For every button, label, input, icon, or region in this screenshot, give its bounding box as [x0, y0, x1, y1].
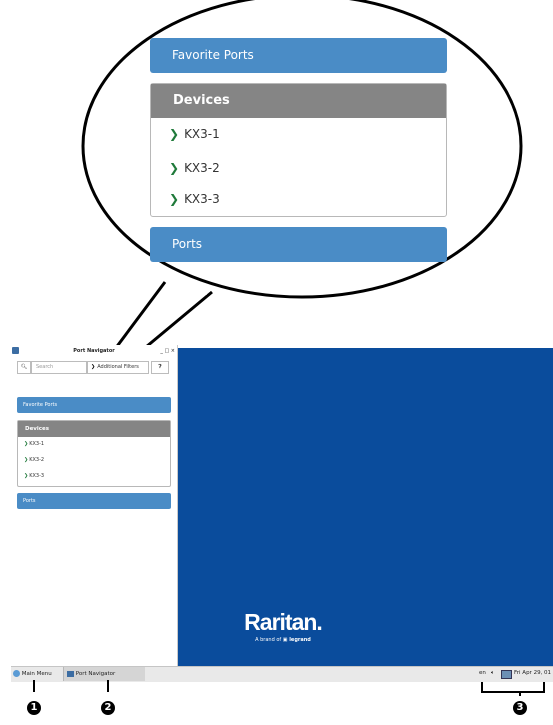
app-icon: [12, 347, 19, 354]
callout-number-3: 3: [513, 701, 527, 715]
chevron-right-icon: ❯: [24, 441, 29, 447]
zoom-devices-panel: Devices ❯ KX3-1 ❯ KX3-2 ❯ KX3-3: [150, 83, 447, 217]
zoom-device-item: ❯ KX3-1: [169, 127, 220, 141]
zoom-ports: Ports: [150, 227, 447, 262]
callout-number-1: 1: [27, 701, 41, 715]
zoom-devices-header: Devices: [151, 84, 446, 118]
globe-icon: [13, 670, 20, 677]
network-icon[interactable]: [501, 670, 512, 679]
clock[interactable]: Fri Apr 29, 01: [514, 670, 551, 676]
chevron-right-icon: ❯: [169, 192, 180, 206]
search-input[interactable]: Search: [31, 361, 87, 374]
window-titlebar[interactable]: Port Navigator _ □ ×: [11, 345, 177, 357]
chevron-right-icon: ❯: [24, 473, 29, 479]
chevron-right-icon: ❯: [169, 127, 180, 141]
chevron-right-icon: ❯: [169, 161, 180, 175]
callout-number-2: 2: [101, 701, 115, 715]
help-button[interactable]: ❓︎: [151, 361, 169, 374]
main-menu-button[interactable]: Main Menu: [13, 670, 52, 677]
ports-section[interactable]: Ports: [17, 493, 171, 509]
raritan-logo: Raritan. A brand of ▣ legrand: [244, 609, 323, 643]
taskbar-port-navigator[interactable]: Port Navigator: [63, 667, 145, 681]
device-item[interactable]: ❯KX3-3: [24, 473, 44, 479]
chevron-right-icon: ❯: [24, 457, 29, 463]
zoom-device-item: ❯ KX3-2: [169, 161, 220, 175]
device-item[interactable]: ❯KX3-2: [24, 457, 44, 463]
search-button[interactable]: 🔍︎: [17, 361, 31, 374]
screenshot: Raritan. A brand of ▣ legrand Port Navig…: [11, 345, 553, 682]
window-controls[interactable]: _ □ ×: [160, 345, 175, 357]
speaker-icon[interactable]: 🔈︎: [491, 670, 494, 677]
favorite-ports-section[interactable]: Favorite Ports: [17, 397, 171, 413]
zoom-device-item: ❯ KX3-3: [169, 192, 220, 206]
app-icon: [67, 670, 74, 677]
desktop-background: Raritan. A brand of ▣ legrand: [177, 348, 553, 666]
devices-header[interactable]: Devices: [18, 421, 170, 437]
zoom-favorite-ports: Favorite Ports: [150, 38, 447, 73]
additional-filters-button[interactable]: ❯ Additional Filters: [87, 361, 149, 374]
device-item[interactable]: ❯KX3-1: [24, 441, 44, 447]
window-title: Port Navigator: [73, 348, 115, 354]
callout-brackets: [33, 680, 545, 696]
devices-section: Devices ❯KX3-1 ❯KX3-2 ❯KX3-3: [17, 420, 171, 487]
port-navigator-window: Port Navigator _ □ × 🔍︎ Search ❯ Addition…: [11, 345, 178, 666]
tray-language[interactable]: en: [479, 670, 486, 676]
